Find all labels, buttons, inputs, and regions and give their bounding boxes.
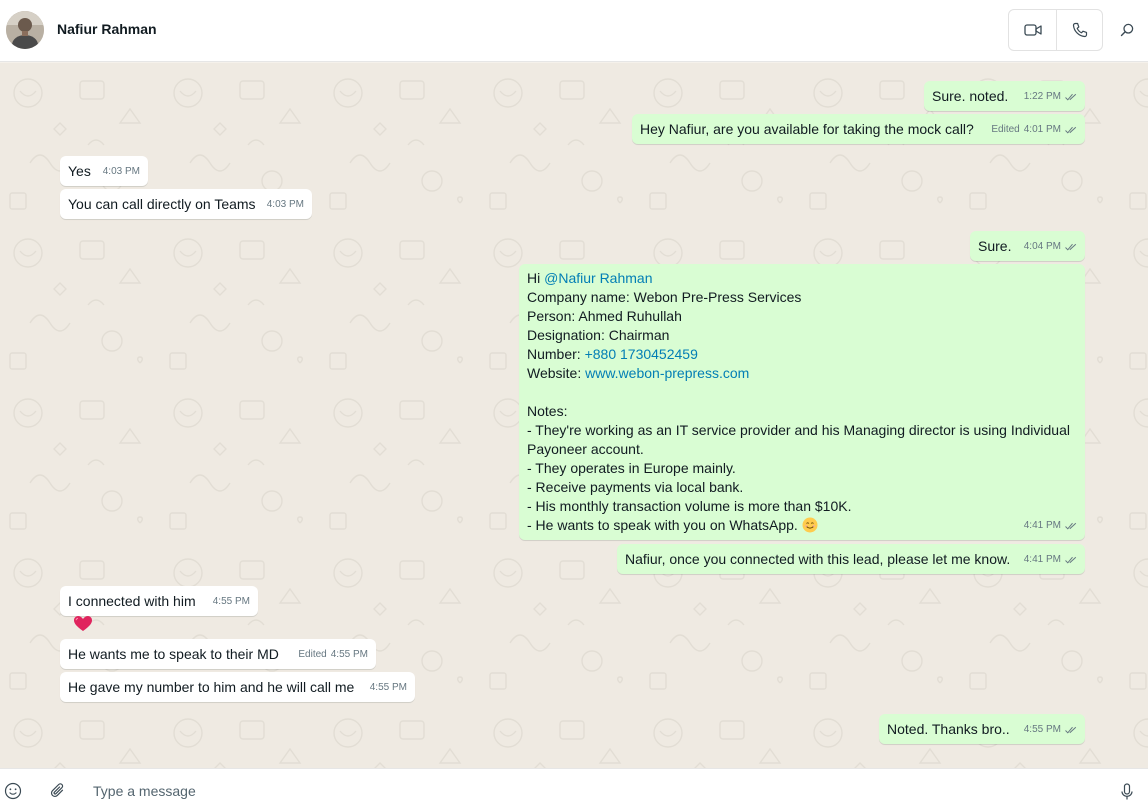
edited-label: Edited: [991, 124, 1020, 135]
message-meta: 4:41 PM: [1024, 550, 1077, 569]
message-meta: 1:22 PM: [1024, 87, 1077, 106]
note-item: - He wants to speak with you on WhatsApp…: [527, 517, 802, 533]
message-bubble-outgoing[interactable]: Sure. 4:04 PM: [970, 231, 1085, 261]
message-bubble-incoming[interactable]: He wants me to speak to their MD Edited …: [60, 639, 376, 669]
edited-label: Edited: [298, 649, 327, 660]
message-time: 4:03 PM: [102, 166, 140, 177]
chat-header: Nafiur Rahman: [0, 0, 1148, 62]
message-text: I connected with him: [68, 593, 196, 609]
message-time: 4:55 PM: [369, 682, 407, 693]
message-text: Yes: [68, 163, 91, 179]
message-text: Sure. noted.: [932, 88, 1009, 104]
message-text: He gave my number to him and he will cal…: [68, 679, 355, 695]
message-text: Sure.: [978, 238, 1012, 254]
read-receipt-icon: [1065, 726, 1077, 734]
person-line: Person: Ahmed Ruhullah: [527, 308, 682, 324]
smiling-face-emoji-icon: [802, 517, 818, 533]
message-line: Hi @Nafiur Rahman: [527, 269, 1077, 288]
microphone-icon: [1121, 783, 1133, 800]
message-text: Hey Nafiur, are you available for taking…: [640, 121, 974, 137]
search-button[interactable]: [1112, 16, 1142, 44]
message-input[interactable]: [86, 777, 1086, 805]
message-bubble-incoming[interactable]: He gave my number to him and he will cal…: [60, 672, 415, 702]
note-item: - They're working as an IT service provi…: [527, 422, 1070, 457]
attach-button[interactable]: [48, 781, 68, 801]
read-receipt-icon: [1065, 556, 1077, 564]
read-receipt-icon: [1065, 243, 1077, 251]
message-bubble-outgoing[interactable]: Nafiur, once you connected with this lea…: [617, 544, 1085, 574]
company-line: Company name: Webon Pre-Press Services: [527, 289, 802, 305]
message-bubble-outgoing[interactable]: Sure. noted. 1:22 PM: [924, 81, 1085, 111]
message-time: 4:41 PM: [1023, 520, 1061, 531]
message-time: 4:55 PM: [1023, 724, 1061, 735]
contact-avatar[interactable]: [6, 11, 44, 49]
message-bubble-incoming[interactable]: I connected with him 4:55 PM: [60, 586, 258, 616]
note-item: - They operates in Europe mainly.: [527, 460, 736, 476]
note-item: - Receive payments via local bank.: [527, 479, 744, 495]
designation-line: Designation: Chairman: [527, 327, 670, 343]
website-line: Website: www.webon-prepress.com: [527, 364, 1077, 383]
message-bubble-outgoing[interactable]: Hey Nafiur, are you available for taking…: [632, 114, 1085, 144]
read-receipt-icon: [1065, 93, 1077, 101]
emoji-icon: [4, 782, 22, 800]
red-heart-reaction-icon[interactable]: [72, 614, 94, 634]
message-meta: 4:03 PM: [103, 162, 140, 181]
message-time: 4:01 PM: [1023, 124, 1061, 135]
phone-number-link[interactable]: +880 1730452459: [585, 346, 698, 362]
message-bubble-incoming[interactable]: You can call directly on Teams 4:03 PM: [60, 189, 312, 219]
read-receipt-icon: [1065, 522, 1077, 530]
call-button-group: [1008, 9, 1103, 51]
message-composer: [0, 768, 1148, 809]
message-bubble-incoming[interactable]: Yes 4:03 PM: [60, 156, 148, 186]
voice-message-button[interactable]: [1116, 781, 1138, 803]
paperclip-icon: [50, 783, 64, 798]
message-time: 1:22 PM: [1023, 91, 1061, 102]
number-line: Number: +880 1730452459: [527, 345, 1077, 364]
message-time: 4:55 PM: [330, 649, 368, 660]
message-text: Nafiur, once you connected with this lea…: [625, 551, 1011, 567]
notes-heading: Notes:: [527, 403, 568, 419]
message-meta: Edited 4:55 PM: [298, 645, 368, 664]
phone-icon: [1072, 22, 1088, 38]
mention-link[interactable]: @Nafiur Rahman: [544, 270, 652, 286]
message-bubble-outgoing[interactable]: Noted. Thanks bro.. 4:55 PM: [879, 714, 1085, 744]
message-meta: 4:04 PM: [1024, 237, 1077, 256]
message-time: 4:55 PM: [212, 596, 250, 607]
message-time: 4:04 PM: [1023, 241, 1061, 252]
message-meta: 4:03 PM: [267, 195, 304, 214]
message-text: Noted. Thanks bro..: [887, 721, 1010, 737]
message-text: You can call directly on Teams: [68, 196, 256, 212]
greeting-text: Hi: [527, 270, 545, 286]
note-item: - His monthly transaction volume is more…: [527, 498, 852, 514]
message-meta: 4:55 PM: [1024, 720, 1077, 739]
message-meta: Edited 4:01 PM: [991, 120, 1077, 139]
emoji-button[interactable]: [3, 781, 23, 801]
voice-call-button[interactable]: [1057, 10, 1103, 50]
message-meta: 4:55 PM: [213, 592, 250, 611]
lead-details-message[interactable]: Hi @Nafiur Rahman Company name: Webon Pr…: [519, 264, 1085, 540]
message-time: 4:41 PM: [1023, 554, 1061, 565]
read-receipt-icon: [1065, 126, 1077, 134]
video-call-button[interactable]: [1009, 10, 1056, 50]
message-time: 4:03 PM: [266, 199, 304, 210]
video-camera-icon: [1023, 24, 1042, 36]
website-link[interactable]: www.webon-prepress.com: [585, 365, 749, 381]
message-meta: 4:41 PM: [1024, 516, 1077, 535]
search-icon: [1120, 23, 1134, 37]
chat-panel[interactable]: Sure. noted. 1:22 PM Hey Nafiur, are you…: [0, 63, 1148, 768]
message-text: He wants me to speak to their MD: [68, 646, 279, 662]
website-label: Website:: [527, 365, 586, 381]
contact-name[interactable]: Nafiur Rahman: [57, 21, 157, 37]
message-meta: 4:55 PM: [370, 678, 407, 697]
number-label: Number:: [527, 346, 585, 362]
note-item-with-emoji: - He wants to speak with you on WhatsApp…: [527, 516, 1077, 535]
